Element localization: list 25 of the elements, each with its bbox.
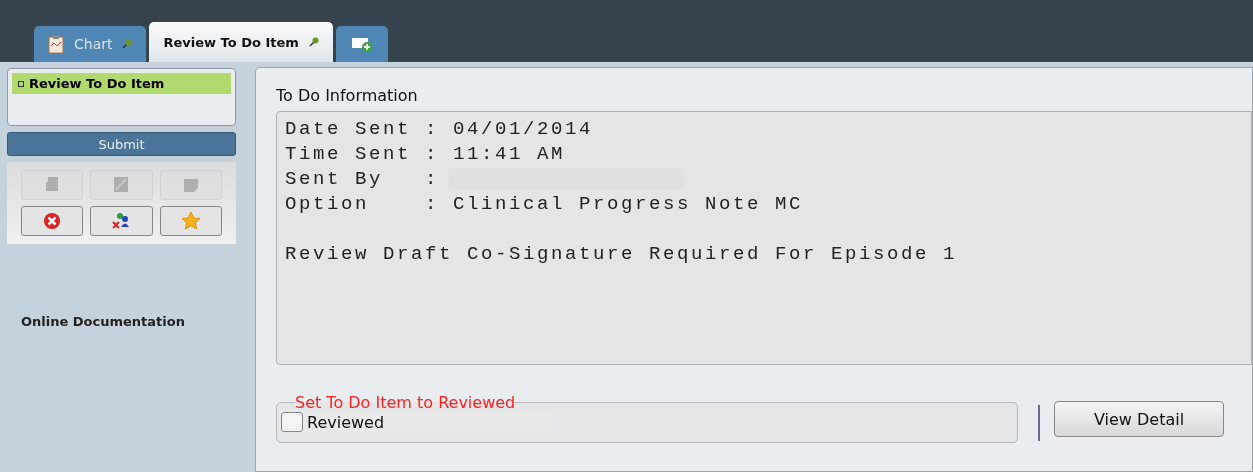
new-tab-button[interactable] [335,26,388,62]
checkbox-label: Reviewed [307,412,385,432]
submit-button[interactable]: Submit [7,132,236,156]
close-icon [42,211,63,231]
star-icon [180,211,201,231]
add-icon [350,36,373,52]
toolbar-button[interactable] [21,206,84,236]
tab[interactable]: Review To Do Item [149,22,333,62]
toolbar-button[interactable] [90,206,153,236]
field-value: 04/01/2014 [453,117,594,140]
field-value: Clinical Progress Note MC [453,192,804,215]
toolbar-button[interactable] [159,206,222,236]
field-label: Time Sent : [285,142,440,165]
task-item[interactable]: Review To Do Item [12,73,231,94]
clipboard-icon [48,34,64,54]
field-label: Date Sent : [285,117,440,140]
field-label: Sent By : [285,167,440,190]
field-value: 11:41 AM [453,142,566,165]
message-text: Review Draft Co-Signature Required For Episode 1 [285,242,958,265]
group-legend: Set To Do Item to Reviewed [295,393,516,412]
field-label: Option : [285,192,440,215]
documentation-link[interactable]: Online Documentation [7,314,236,329]
view-detail-button[interactable]: View Detail [1054,401,1224,437]
checkbox[interactable] [281,412,303,432]
section-title: To Do Information [276,86,419,105]
